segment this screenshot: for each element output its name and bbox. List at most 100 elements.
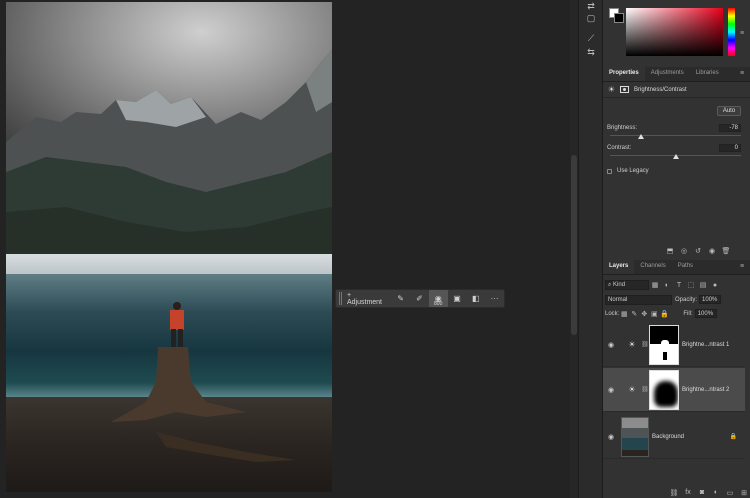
fill-label: Fill: [683, 310, 693, 317]
link-layers-icon[interactable]: ⛓ [667, 489, 681, 498]
add-mask-icon[interactable]: ◙ [695, 489, 709, 498]
blend-opacity-row: Normal Opacity: 100% [605, 294, 749, 305]
brush-mask-icon[interactable]: ✎ [391, 290, 410, 307]
blend-mode-select[interactable]: Normal [605, 294, 672, 305]
image-snow-shore [6, 254, 332, 276]
filter-toggle-icon[interactable]: ● [709, 282, 721, 289]
visibility-eye-icon[interactable]: ◉ [603, 433, 619, 441]
layers-menu-icon[interactable]: ≡ [740, 263, 748, 270]
mask-feather-button[interactable]: ◉ 800 [428, 290, 448, 307]
filter-smart-icon[interactable]: ▤ [697, 281, 709, 289]
layer-row-background[interactable]: ◉ Background 🔒 [603, 415, 745, 459]
clip-to-layer-icon[interactable]: ⬒ [663, 247, 677, 257]
mask-invert-icon[interactable]: ▣ [448, 290, 467, 307]
layer-lock-icon[interactable]: 🔒 [730, 433, 737, 440]
document-canvas[interactable]: + Adjustment ✎ ✐ ◉ 800 ▣ ◧ ··· [0, 0, 570, 498]
visibility-icon[interactable]: ◉ [705, 247, 719, 257]
trash-icon[interactable]: 🗑 [719, 247, 733, 257]
tab-properties[interactable]: Properties [603, 66, 645, 81]
brightness-adjustment-icon: ☀ [628, 340, 636, 349]
opacity-label: Opacity: [675, 296, 698, 303]
comment-icon[interactable]: ▢ [584, 12, 598, 24]
layer-style-icon[interactable]: fx [681, 489, 695, 498]
filter-type-icon[interactable]: T [673, 282, 685, 289]
layer-row-brightness-1[interactable]: ◉ ☀ ⛓ Brightne...ntrast 1 [603, 323, 745, 367]
brightness-sun-icon[interactable]: ☀ [607, 85, 616, 94]
mask-link-icon[interactable]: ⛓ [641, 386, 649, 393]
layer-name[interactable]: Background [652, 434, 684, 440]
brightness-slider-knob[interactable] [638, 134, 645, 139]
opacity-input[interactable]: 100% [699, 295, 722, 304]
tab-adjustments[interactable]: Adjustments [645, 66, 690, 81]
tab-paths[interactable]: Paths [672, 259, 699, 274]
layer-mask-thumbnail[interactable] [649, 324, 679, 365]
drag-handle[interactable] [339, 292, 342, 305]
color-picker-field[interactable] [626, 8, 723, 56]
fill-input[interactable]: 100% [694, 309, 717, 318]
scrollbar-thumb[interactable] [571, 155, 577, 335]
filter-shape-icon[interactable]: ⬚ [685, 281, 697, 289]
mask-link-icon[interactable]: ⛓ [641, 341, 649, 348]
photoshop-window: + Adjustment ✎ ✐ ◉ 800 ▣ ◧ ··· ⇄ ▢ ⟋ ⇆ ≡… [0, 0, 750, 498]
lock-all-icon[interactable]: 🔒 [659, 310, 669, 318]
document-image[interactable] [6, 2, 332, 492]
filter-kind-select[interactable]: ⌕ Kind [605, 280, 649, 290]
color-panel-menu-icon[interactable]: ≡ [740, 30, 748, 37]
brightness-input[interactable]: -78 [719, 124, 741, 132]
contrast-slider[interactable] [610, 154, 741, 159]
history-icon[interactable]: ⇄ [584, 0, 598, 12]
contrast-label: Contrast: [607, 145, 632, 151]
layers-footer: ⛓ fx ◙ ◐ ▭ ⊞ [667, 489, 750, 498]
new-adjustment-icon[interactable]: ◐ [709, 489, 723, 498]
reset-icon[interactable]: ↺ [691, 247, 705, 257]
properties-menu-icon[interactable]: ≡ [740, 70, 748, 77]
use-legacy-checkbox[interactable] [607, 168, 612, 174]
color-panel: ≡ [603, 0, 750, 66]
more-options-button[interactable]: ··· [485, 290, 504, 307]
view-previous-icon[interactable]: ◎ [677, 247, 691, 257]
background-color-swatch[interactable] [614, 13, 624, 23]
auto-button[interactable]: Auto [717, 106, 741, 116]
layer-name[interactable]: Brightne...ntrast 1 [682, 342, 729, 348]
lock-transparent-icon[interactable]: ▦ [619, 310, 629, 318]
erase-mask-icon[interactable]: ✐ [410, 290, 429, 307]
right-panel: ≡ Properties Adjustments Libraries ≡ ☀ B… [602, 0, 750, 498]
lock-image-icon[interactable]: ✎ [629, 310, 639, 318]
background-thumbnail[interactable] [621, 416, 649, 457]
filter-adjustment-icon[interactable]: ◐ [661, 282, 673, 289]
brush-settings-icon[interactable]: ⟋ [584, 32, 598, 44]
adjust-icon[interactable]: ⇆ [584, 46, 598, 58]
tab-libraries[interactable]: Libraries [690, 66, 725, 81]
layer-filter-bar: ⌕ Kind ▦ ◐ T ⬚ ▤ ● [605, 279, 749, 291]
image-mountains [6, 50, 332, 272]
tab-layers[interactable]: Layers [603, 259, 635, 274]
brightness-slider[interactable] [610, 134, 741, 139]
layer-mask-icon[interactable] [620, 86, 629, 93]
filter-pixel-icon[interactable]: ▦ [649, 281, 661, 289]
image-stump-person [111, 302, 296, 462]
properties-footer: ⬒ ◎ ↺ ◉ 🗑 [663, 247, 733, 257]
properties-tabs: Properties Adjustments Libraries ≡ [603, 66, 750, 82]
lock-artboard-icon[interactable]: ▣ [649, 310, 659, 318]
filter-kind-label: Kind [613, 282, 626, 288]
add-adjustment-button[interactable]: + Adjustment [345, 290, 391, 307]
lock-label: Lock: [605, 310, 620, 317]
layers-tabs: Layers Channels Paths ≡ [603, 259, 750, 275]
properties-header: ☀ Brightness/Contrast [603, 82, 750, 98]
color-swatches[interactable] [609, 8, 625, 24]
use-legacy-option[interactable]: Use Legacy [607, 168, 649, 174]
new-layer-icon[interactable]: ⊞ [737, 489, 750, 498]
hue-slider[interactable] [728, 8, 735, 56]
mask-fill-icon[interactable]: ◧ [466, 290, 485, 307]
visibility-eye-icon[interactable]: ◉ [603, 341, 619, 349]
contrast-input[interactable]: 0 [719, 144, 741, 152]
layer-name[interactable]: Brightne...ntrast 2 [682, 387, 729, 393]
layer-mask-thumbnail[interactable] [649, 369, 679, 410]
contrast-slider-knob[interactable] [672, 154, 679, 159]
tab-channels[interactable]: Channels [634, 259, 671, 274]
layer-row-brightness-2[interactable]: ◉ ☀ ⛓ Brightne...ntrast 2 [603, 368, 745, 412]
canvas-vertical-scrollbar[interactable] [570, 0, 578, 498]
visibility-eye-icon[interactable]: ◉ [603, 386, 619, 394]
lock-position-icon[interactable]: ✥ [639, 310, 649, 318]
new-group-icon[interactable]: ▭ [723, 489, 737, 498]
